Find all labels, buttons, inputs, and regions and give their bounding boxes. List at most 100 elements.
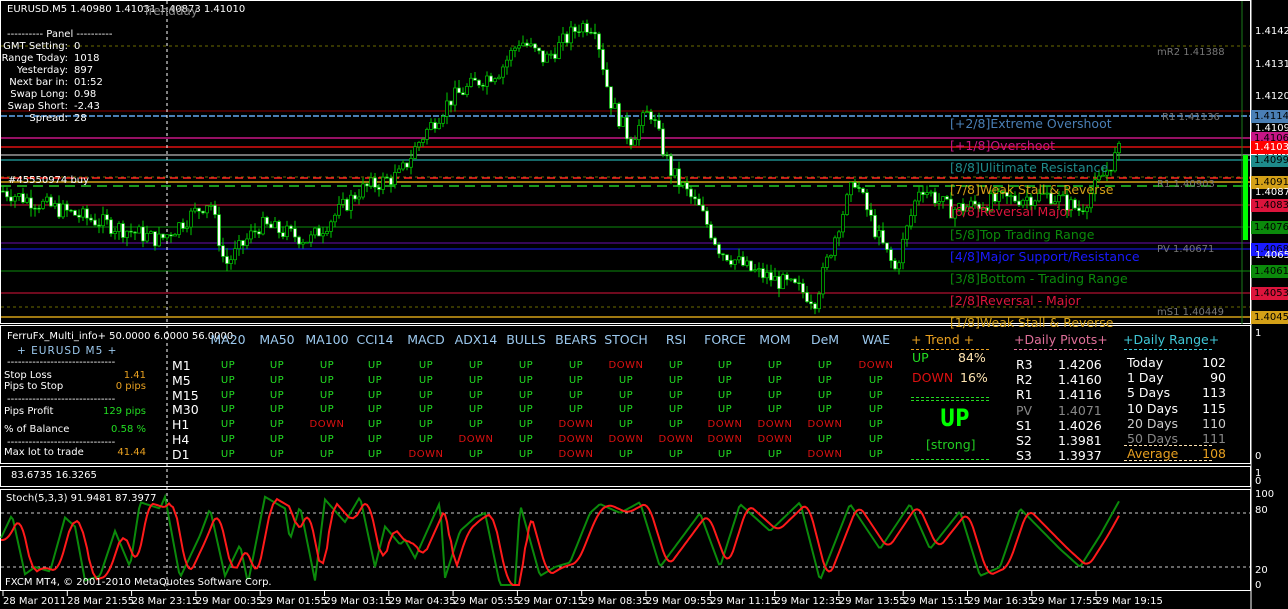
signal-cell: UP: [868, 448, 884, 460]
candle-body: [57, 203, 61, 218]
signal-cell: UP: [568, 360, 584, 371]
candle-body: [741, 256, 745, 266]
candle-body: [417, 142, 421, 148]
candle-body: [657, 120, 661, 130]
sub-axis-top: 1: [1255, 328, 1262, 339]
candle-body: [537, 47, 541, 52]
signal-cell: UP: [367, 448, 383, 460]
stoch-main-line: [0, 493, 1120, 586]
time-axis-label: 29 Mar 09:55: [646, 596, 713, 607]
panel-label: GMT Setting:: [3, 41, 68, 52]
candle-body: [797, 282, 801, 285]
candle-body: [673, 168, 677, 177]
candle-body: [13, 196, 17, 202]
candle-body: [269, 223, 273, 229]
signal-cell: DOWN: [608, 434, 644, 445]
candle-body: [213, 205, 217, 215]
price-tag: 1.40610: [1251, 265, 1288, 278]
signal-cell: UP: [668, 360, 684, 371]
signal-cell: UP: [269, 374, 285, 386]
pivot-name: R1: [1016, 387, 1033, 403]
candle-body: [909, 215, 913, 227]
candle-body: [481, 84, 485, 87]
candle-body: [573, 26, 577, 32]
candle-body: [53, 203, 57, 207]
candle-body: [169, 234, 173, 237]
candle-body: [917, 191, 921, 202]
signal-cell: UP: [418, 434, 434, 445]
candle-body: [373, 177, 377, 188]
candle-body: [577, 31, 581, 33]
candle-body: [289, 225, 293, 229]
candle-body: [625, 116, 629, 140]
order-label[interactable]: #45550974 buy: [8, 175, 89, 186]
candle-body: [493, 78, 497, 83]
signal-cell: UP: [518, 434, 534, 445]
stat-label: Stop Loss: [4, 370, 52, 381]
signal-cell: UP: [868, 374, 884, 386]
panel-title: ---------- Panel ----------: [7, 29, 113, 40]
candle-body: [101, 214, 105, 227]
candle-body: [309, 234, 313, 243]
signal-cell: UP: [518, 419, 534, 431]
candle-body: [609, 86, 613, 109]
signal-cell: DOWN: [608, 360, 644, 371]
pivots-title: +Daily Pivots+: [1014, 332, 1108, 347]
candle-body: [701, 204, 705, 212]
signal-cell: DOWN: [707, 419, 743, 431]
time-axis-label: 29 Mar 16:35: [967, 596, 1035, 607]
candle-body: [381, 176, 385, 190]
candle-body: [1109, 169, 1113, 172]
signal-cell: UP: [319, 434, 335, 445]
signal-cell: UP: [767, 448, 783, 460]
price-axis-tick: 1.41315: [1255, 59, 1288, 70]
candle-body: [437, 122, 441, 130]
candle-body: [889, 249, 893, 262]
candle-body: [589, 31, 593, 34]
candle-body: [921, 191, 925, 195]
candle-body: [513, 47, 517, 51]
candle-body: [229, 259, 233, 264]
candle-body: [937, 200, 941, 204]
stat-value: 0 pips: [115, 381, 146, 392]
time-axis-label: 29 Mar 12:35: [774, 596, 842, 607]
candle-body: [421, 139, 425, 143]
timeframe-label: H1: [172, 417, 190, 433]
murrey-level-label: [8/8]Ulitimate Resistance: [950, 160, 1109, 175]
signal-cell: UP: [468, 374, 484, 386]
signal-cell: UP: [767, 374, 783, 386]
murrey-level-label: [6/8]Reversal Major: [950, 204, 1073, 219]
candle-body: [329, 221, 333, 232]
column-header: ADX14: [454, 332, 498, 347]
candle-body: [237, 240, 241, 250]
candle-body: [905, 225, 909, 240]
candle-body: [261, 216, 265, 235]
candle-body: [813, 303, 817, 310]
candle-body: [389, 177, 393, 185]
murrey-level-label: [4/8]Major Support/Resistance: [950, 249, 1140, 264]
candle-body: [49, 196, 53, 207]
candle-body: [325, 230, 329, 234]
candle-body: [929, 191, 933, 194]
candle-body: [221, 245, 225, 257]
info-title: FerruFx_Multi_info+ 50.0000 6.0000 56.00…: [7, 331, 234, 342]
candle-body: [933, 191, 937, 204]
signal-cell: UP: [269, 389, 285, 401]
candle-body: [45, 196, 49, 202]
stat-value: 1.41: [123, 370, 146, 381]
signal-cell: UP: [817, 404, 833, 416]
candle-body: [753, 269, 757, 272]
candle-body: [249, 230, 253, 240]
time-axis-label: 29 Mar 04:35: [388, 596, 456, 607]
signal-cell: UP: [418, 404, 434, 416]
stoch-tick-100: 100: [1255, 489, 1275, 500]
time-axis-label: 29 Mar 07:15: [517, 596, 585, 607]
signal-cell: UP: [817, 374, 833, 386]
signal-cell: UP: [269, 419, 285, 431]
signal-cell: UP: [618, 389, 634, 401]
column-header: MA100: [305, 332, 349, 347]
chart-canvas[interactable]: [0, 0, 1288, 609]
range-value: 115: [1202, 400, 1226, 416]
price-tag: 1.40835: [1251, 199, 1288, 212]
candle-body: [177, 222, 181, 235]
